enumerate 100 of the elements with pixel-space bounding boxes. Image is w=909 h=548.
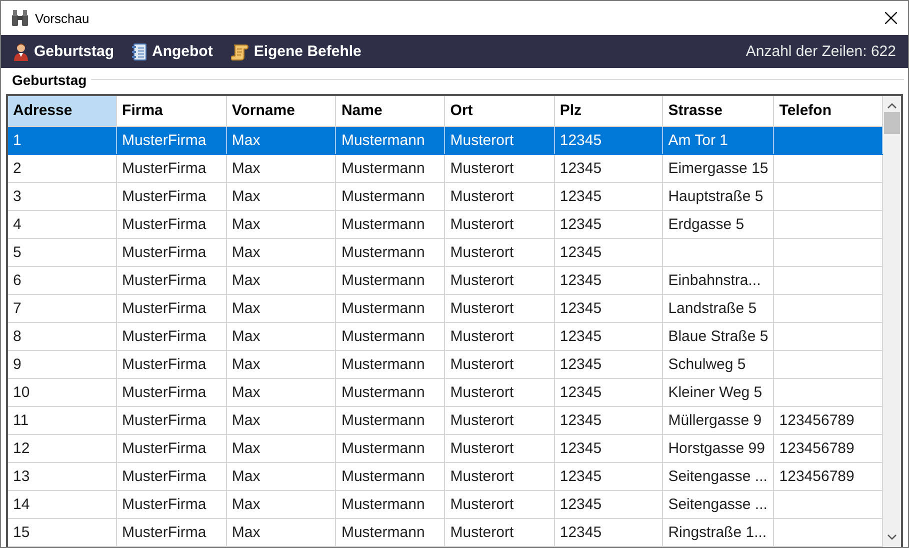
table-cell: Musterort (450, 496, 514, 513)
scroll-down-icon[interactable] (887, 533, 898, 541)
table-row[interactable]: 15 MusterFirma Max Mustermann Musterort 12345 Ringstraße 1... (8, 518, 883, 546)
column-header[interactable]: Strasse (662, 96, 774, 126)
table-cell: 123456789 (779, 412, 854, 429)
table-cell: Mustermann (341, 524, 425, 541)
table-cell: MusterFirma (122, 272, 206, 289)
table-cell: Mustermann (341, 132, 425, 149)
table-cell: 12345 (560, 300, 602, 317)
table-cell: Musterort (450, 468, 514, 485)
table-row[interactable]: 9 MusterFirma Max Mustermann Musterort 12345 Schulweg 5 (8, 350, 883, 378)
table-row[interactable]: 3 MusterFirma Max Mustermann Musterort 12345 Hauptstraße 5 (8, 182, 883, 210)
table-cell: MusterFirma (122, 412, 206, 429)
table-cell: MusterFirma (122, 244, 206, 261)
table-cell: 12345 (560, 188, 602, 205)
table-cell: Mustermann (341, 188, 425, 205)
table-cell: MusterFirma (122, 384, 206, 401)
table-cell: Müllergasse 9 (668, 412, 762, 429)
column-header[interactable]: Firma (116, 96, 226, 126)
scroll-up-icon[interactable] (887, 102, 898, 110)
column-header[interactable]: Vorname (226, 96, 336, 126)
table-cell: Max (232, 440, 260, 457)
table-cell: Max (232, 272, 260, 289)
table-cell: Mustermann (341, 468, 425, 485)
table-row[interactable]: 2 MusterFirma Max Mustermann Musterort 12345 Eimergasse 15 (8, 154, 883, 182)
table-cell: Musterort (450, 328, 514, 345)
table-cell: MusterFirma (122, 188, 206, 205)
table-cell: Musterort (450, 272, 514, 289)
table-row[interactable]: 8 MusterFirma Max Mustermann Musterort 12345 Blaue Straße 5 (8, 322, 883, 350)
notebook-icon (132, 42, 148, 60)
table-cell: 13 (13, 468, 30, 485)
close-icon (885, 12, 897, 24)
table-cell: 10 (13, 384, 30, 401)
table-cell: Mustermann (341, 356, 425, 373)
table-cell: 12345 (560, 132, 602, 149)
table-cell: MusterFirma (122, 160, 206, 177)
table-cell: Mustermann (341, 216, 425, 233)
table-cell: 12345 (560, 272, 602, 289)
table-cell: 6 (13, 272, 22, 289)
table-cell: Blaue Straße 5 (668, 328, 768, 345)
table-cell: Musterort (450, 412, 514, 429)
table-row[interactable]: 4 MusterFirma Max Mustermann Musterort 12345 Erdgasse 5 (8, 210, 883, 238)
table-row[interactable]: 11 MusterFirma Max Mustermann Musterort 12345 Müllergasse 9 123456789 (8, 406, 883, 434)
scrollbar-thumb[interactable] (884, 112, 900, 134)
column-header[interactable]: Plz (554, 96, 663, 126)
table-cell: Kleiner Weg 5 (668, 384, 762, 401)
table-cell: 5 (13, 244, 22, 261)
column-header[interactable]: Adresse (8, 96, 117, 126)
table-cell: Horstgasse 99 (668, 440, 765, 457)
table-cell: Seitengasse ... (668, 496, 768, 513)
table-cell: MusterFirma (122, 440, 206, 457)
table-row[interactable]: 13 MusterFirma Max Mustermann Musterort 12345 Seitengasse ... 123456789 (8, 462, 883, 490)
table-cell: Schulweg 5 (668, 356, 746, 373)
column-header[interactable]: Telefon (774, 96, 883, 126)
table-cell: Mustermann (341, 384, 425, 401)
table-row[interactable]: 5 MusterFirma Max Mustermann Musterort 12345 (8, 238, 883, 266)
group-title: Geburtstag (12, 72, 87, 88)
binoculars-icon (11, 9, 29, 27)
table-cell: MusterFirma (122, 132, 206, 149)
table-cell: 12 (13, 440, 30, 457)
table-row[interactable]: 12 MusterFirma Max Mustermann Musterort 12345 Horstgasse 99 123456789 (8, 434, 883, 462)
table-cell: Ringstraße 1... (668, 524, 767, 541)
table-cell: Max (232, 132, 260, 149)
table-cell: MusterFirma (122, 496, 206, 513)
table-cell: 8 (13, 328, 22, 345)
table-row[interactable]: 7 MusterFirma Max Mustermann Musterort 12345 Landstraße 5 (8, 294, 883, 322)
table-cell: 14 (13, 496, 30, 513)
table-cell: MusterFirma (122, 468, 206, 485)
table-cell: Mustermann (341, 244, 425, 261)
table-cell: 7 (13, 300, 22, 317)
table-cell: Musterort (450, 132, 514, 149)
table-row[interactable]: 1 MusterFirma Max Mustermann Musterort 12345 Am Tor 1 (8, 126, 883, 154)
table-cell: 2 (13, 160, 22, 177)
toolbar-button[interactable]: Angebot (132, 42, 213, 60)
table-row[interactable]: 6 MusterFirma Max Mustermann Musterort 12345 Einbahnstra... (8, 266, 883, 294)
table-cell: MusterFirma (122, 328, 206, 345)
table-row[interactable]: 10 MusterFirma Max Mustermann Musterort 12345 Kleiner Weg 5 (8, 378, 883, 406)
scroll-icon (230, 42, 249, 60)
table-cell: Max (232, 160, 260, 177)
table-cell: Mustermann (341, 412, 425, 429)
table-cell: Musterort (450, 160, 514, 177)
table-cell: 12345 (560, 216, 602, 233)
table-cell: MusterFirma (122, 524, 206, 541)
person-icon (13, 42, 29, 60)
table-cell: Max (232, 412, 260, 429)
table-cell: Max (232, 496, 260, 513)
column-header[interactable]: Name (336, 96, 445, 126)
table-cell: 12345 (560, 356, 602, 373)
table-cell: Mustermann (341, 300, 425, 317)
table-cell: Einbahnstra... (668, 272, 761, 289)
column-header[interactable]: Ort (444, 96, 554, 126)
table-row[interactable]: 14 MusterFirma Max Mustermann Musterort 12345 Seitengasse ... (8, 490, 883, 518)
table-cell: 9 (13, 356, 22, 373)
table-cell: Max (232, 468, 260, 485)
toolbar-button[interactable]: Geburtstag (13, 42, 114, 60)
table-cell: Musterort (450, 244, 514, 261)
table-cell: Musterort (450, 440, 514, 457)
table-cell: 123456789 (779, 440, 854, 457)
table-cell: Musterort (450, 356, 514, 373)
toolbar-button[interactable]: Eigene Befehle (230, 42, 362, 60)
